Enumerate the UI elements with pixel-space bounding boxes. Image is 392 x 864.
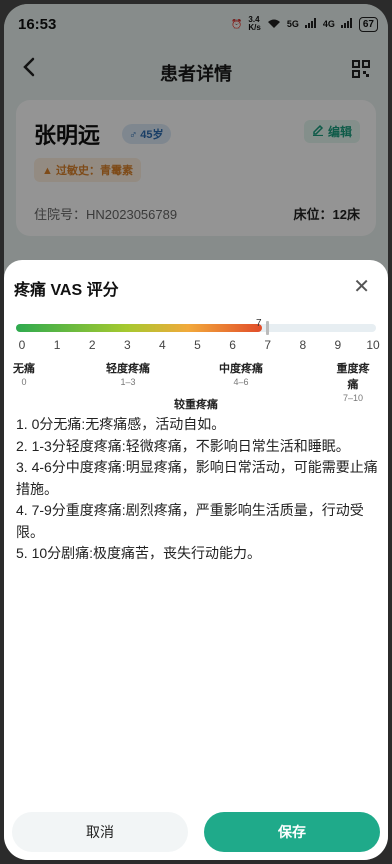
vas-tick-label: 5: [194, 338, 201, 352]
vas-tick-label: 3: [123, 338, 131, 352]
vas-tick-label: 6: [229, 338, 236, 352]
vas-description-list: 1. 0分无痛:无疼痛感，活动自如。 2. 1-3分轻度疼痛:轻微疼痛，不影响日…: [16, 414, 378, 565]
vas-value-label: 7: [256, 318, 262, 329]
pain-levels: 无痛 0 轻度疼痛 1–3 中度疼痛 4–6 重度疼痛 7–10: [4, 360, 388, 403]
vas-score-sheet: 疼痛 VAS 评分 ✕ 7 0 1 2 3 4 5 6 7 8 9 10 无痛 0 轻度疼痛 1–3 中…: [4, 260, 388, 860]
vas-tick-label: 1: [53, 338, 61, 352]
current-pain-level: 较重疼痛: [174, 399, 218, 411]
vas-tick-label: 9: [334, 338, 342, 352]
vas-tick-label: 7: [264, 338, 272, 352]
vas-slider-fill: [16, 324, 262, 332]
vas-tick-label: 8: [299, 338, 307, 352]
list-item: 3. 4-6分中度疼痛:明显疼痛，影响日常活动，可能需要止痛措施。: [16, 459, 378, 497]
cancel-button[interactable]: 取消: [12, 812, 188, 852]
sheet-footer: 取消 保存: [4, 800, 388, 860]
vas-slider-thumb[interactable]: [266, 321, 269, 335]
vas-tick-label: 4: [159, 338, 166, 352]
sheet-title: 疼痛 VAS 评分: [14, 282, 119, 299]
list-item: 1. 0分无痛:无疼痛感，活动自如。: [16, 416, 226, 432]
level-none: 无痛 0: [13, 363, 35, 387]
vas-tick-label: 0: [18, 338, 26, 352]
list-item: 2. 1-3分轻度疼痛:轻微疼痛，不影响日常生活和睡眠。: [16, 437, 350, 454]
list-item: 5. 10分剧痛:极度痛苦，丧失行动能力。: [16, 545, 262, 561]
vas-tick-label: 10: [366, 338, 380, 352]
save-button[interactable]: 保存: [204, 812, 380, 852]
list-item: 4. 7-9分重度疼痛:剧烈疼痛，严重影响生活质量，行动受限。: [16, 502, 364, 540]
vas-tick-labels: 0 1 2 3 4 5 6 7 8 9 10: [10, 338, 382, 354]
phone-screen: 16:53 ⏰ 3.4 K/s 5G 4G 67 患者详情 张明远 ♂ 45岁 …: [4, 4, 388, 860]
vas-slider-track[interactable]: 7: [16, 318, 376, 335]
level-mild: 轻度疼痛 1–3: [106, 363, 150, 387]
level-moderate: 中度疼痛 4–6: [219, 363, 263, 387]
vas-tick-label: 2: [88, 338, 96, 352]
close-icon[interactable]: ✕: [353, 274, 370, 299]
